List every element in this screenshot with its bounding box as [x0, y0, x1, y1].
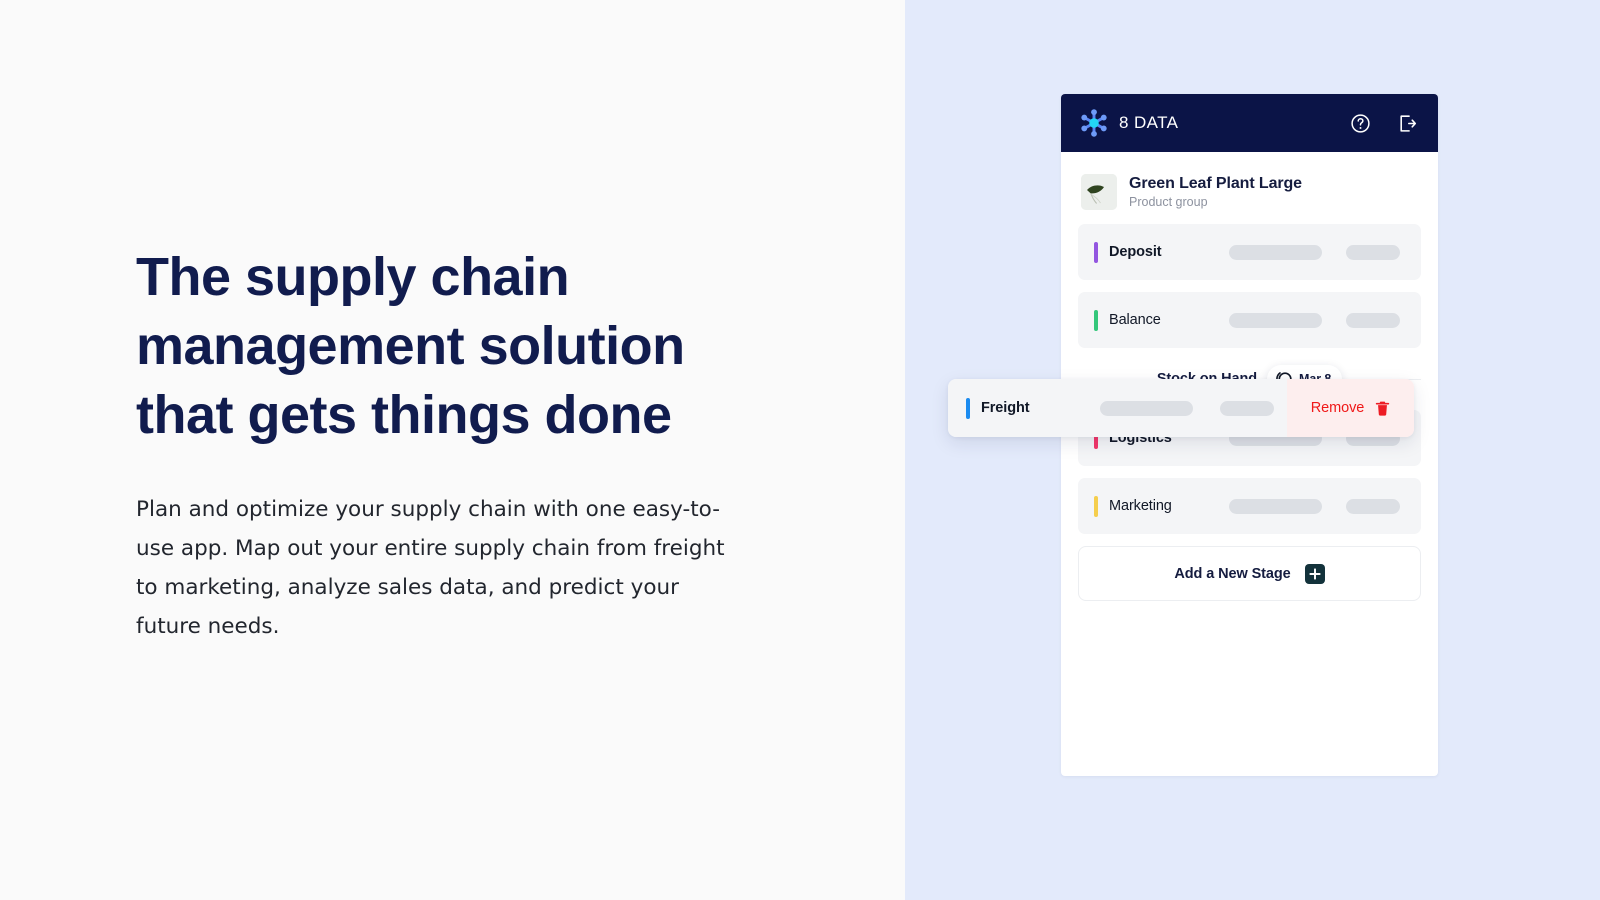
stage-list-upper: Deposit Balance — [1061, 224, 1438, 348]
product-meta: Green Leaf Plant Large Product group — [1129, 175, 1302, 209]
brand: 8 DATA — [1079, 108, 1178, 138]
table-row[interactable]: Marketing — [1078, 478, 1421, 534]
showcase-panel: 8 DATA Green Leaf Plant Large Product gr… — [905, 0, 1600, 900]
green-leaf-thumbnail — [1081, 174, 1117, 210]
value-placeholder-narrow — [1346, 498, 1400, 514]
hero-description: Plan and optimize your supply chain with… — [136, 497, 725, 639]
page-root: The supply chain management solution tha… — [0, 0, 1600, 900]
stage-accent-bar — [966, 397, 970, 419]
trash-icon — [1375, 400, 1390, 417]
value-placeholder-narrow — [1220, 400, 1274, 416]
stage-accent-bar — [1094, 309, 1098, 331]
stage-label: Marketing — [1109, 498, 1172, 514]
value-placeholder-wide — [1229, 498, 1322, 514]
value-placeholder-wide — [1100, 400, 1193, 416]
stage-label: Balance — [1109, 312, 1161, 328]
app-preview-card: 8 DATA Green Leaf Plant Large Product gr… — [948, 94, 1438, 776]
product-header: Green Leaf Plant Large Product group — [1061, 152, 1438, 224]
table-row[interactable]: Deposit — [1078, 224, 1421, 280]
app-header: 8 DATA — [1061, 94, 1438, 152]
header-actions — [1350, 113, 1418, 134]
hero-panel: The supply chain management solution tha… — [0, 0, 905, 900]
hero-content: The supply chain management solution tha… — [136, 243, 776, 646]
stage-label: Deposit — [1109, 244, 1162, 260]
table-row[interactable]: Balance — [1078, 292, 1421, 348]
node-cluster-logo-icon — [1079, 108, 1109, 138]
question-circle-icon[interactable] — [1350, 113, 1371, 134]
add-new-stage-button[interactable]: Add a New Stage — [1078, 546, 1421, 601]
value-placeholder-wide — [1229, 312, 1322, 328]
stage-accent-bar — [1094, 495, 1098, 517]
dragged-stage-row[interactable]: Freight Remove — [948, 379, 1414, 437]
remove-stage-button[interactable]: Remove — [1287, 379, 1414, 437]
add-stage-label: Add a New Stage — [1174, 565, 1291, 582]
plus-icon — [1304, 563, 1325, 584]
product-subtitle: Product group — [1129, 195, 1208, 209]
dragged-stage-main[interactable]: Freight — [948, 379, 1287, 437]
product-title: Green Leaf Plant Large — [1129, 175, 1302, 192]
remove-label: Remove — [1310, 400, 1365, 416]
stage-accent-bar — [1094, 241, 1098, 263]
value-placeholder-wide — [1229, 244, 1322, 260]
brand-name: 8 DATA — [1119, 113, 1179, 132]
value-placeholder-narrow — [1346, 312, 1400, 328]
logout-arrow-icon[interactable] — [1397, 113, 1418, 134]
stage-label: Freight — [981, 400, 1030, 416]
value-placeholder-narrow — [1346, 244, 1400, 260]
page-title: The supply chain management solution tha… — [136, 247, 685, 445]
